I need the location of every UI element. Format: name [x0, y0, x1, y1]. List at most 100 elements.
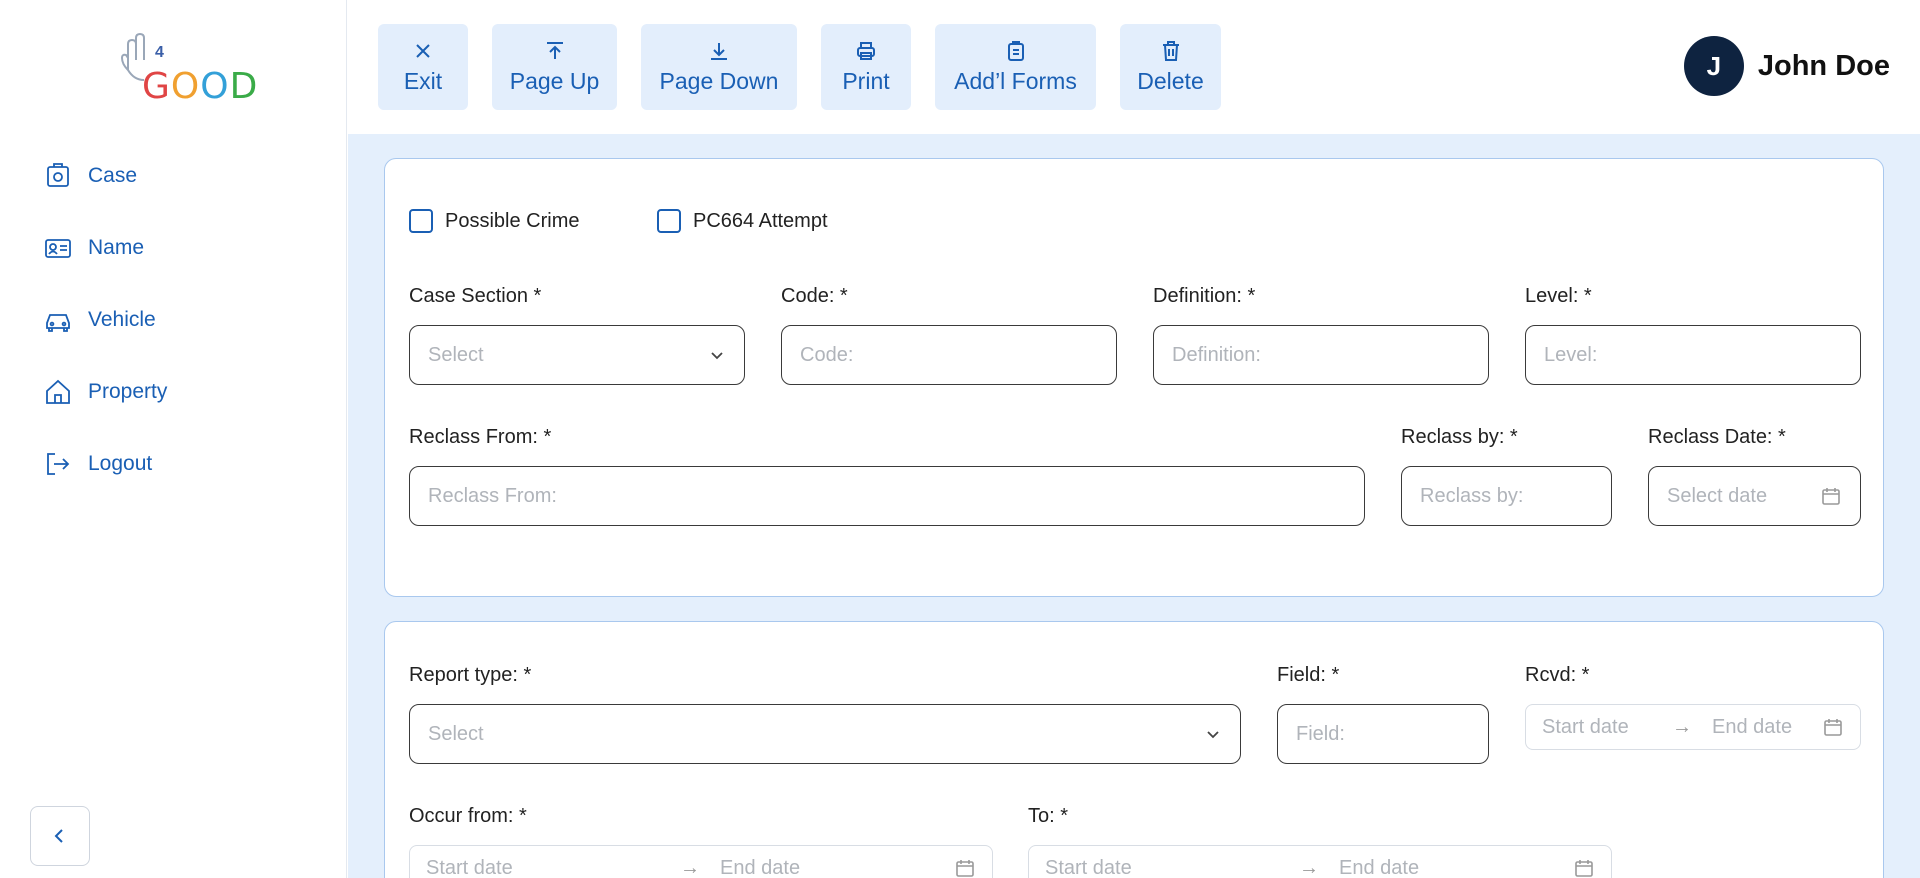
range-arrow: →	[1299, 856, 1319, 878]
report-type-label: Report type: *	[409, 664, 532, 686]
addl-forms-label: Add’l Forms	[954, 67, 1077, 94]
range-arrow: →	[680, 856, 700, 878]
page-up-button[interactable]: Page Up	[492, 24, 617, 110]
exit-label: Exit	[403, 67, 443, 94]
calendar-icon	[1575, 860, 1593, 877]
level-input[interactable]	[1544, 343, 1842, 367]
chevron-left-icon	[54, 829, 63, 843]
close-icon	[416, 43, 430, 58]
select-placeholder: Select	[428, 343, 484, 366]
end-date-placeholder[interactable]: End date	[1339, 857, 1573, 878]
delete-label: Delete	[1137, 67, 1204, 94]
print-label: Print	[842, 67, 890, 94]
calendar-icon	[956, 860, 974, 877]
calendar-icon	[1824, 719, 1842, 736]
trash-icon	[1162, 40, 1179, 61]
arrow-down-to-line-icon	[711, 42, 727, 60]
printer-icon	[857, 41, 875, 60]
end-date-placeholder[interactable]: End date	[1712, 716, 1822, 739]
to-date-range[interactable]: Start date → End date	[1028, 845, 1612, 878]
report-card: Report type: * Select Field: * Rcvd: * S…	[384, 621, 1884, 878]
rcvd-date-range[interactable]: Start date → End date	[1525, 704, 1861, 750]
sidebar-item-vehicle[interactable]: Vehicle	[44, 300, 156, 340]
reclass-card: Possible Crime PC664 Attempt Case Sectio…	[384, 158, 1884, 597]
page-down-label: Page Down	[659, 67, 779, 94]
main-content: Possible Crime PC664 Attempt Case Sectio…	[348, 134, 1920, 878]
calendar-icon	[1822, 488, 1840, 505]
car-icon	[46, 314, 70, 332]
report-type-select[interactable]: Select	[409, 704, 1241, 764]
sidebar-item-logout[interactable]: Logout	[44, 444, 152, 484]
reclass-date-picker[interactable]: Select date	[1648, 466, 1861, 526]
user-menu[interactable]: J John Doe	[1683, 36, 1890, 96]
definition-label: Definition: *	[1153, 285, 1256, 307]
logo-good: GOOD	[142, 66, 259, 107]
sidebar-item-label: Name	[88, 236, 145, 259]
occur-from-date-range[interactable]: Start date → End date	[409, 845, 993, 878]
start-date-placeholder[interactable]: Start date	[426, 857, 660, 878]
definition-field[interactable]	[1153, 325, 1489, 385]
reclass-by-input[interactable]	[1420, 484, 1593, 508]
checkbox-box[interactable]	[657, 209, 681, 233]
reclass-by-label: Reclass by: *	[1401, 426, 1518, 448]
sidebar-item-label: Logout	[88, 452, 153, 475]
house-icon	[46, 379, 70, 404]
id-card-icon	[45, 239, 71, 258]
start-date-placeholder[interactable]: Start date	[1045, 857, 1279, 878]
sidebar-item-name[interactable]: Name	[44, 228, 144, 268]
logout-icon	[47, 453, 70, 475]
print-button[interactable]: Print	[821, 24, 911, 110]
pc664-attempt-checkbox[interactable]: PC664 Attempt	[657, 209, 828, 233]
occur-from-label: Occur from: *	[409, 805, 527, 827]
code-field[interactable]	[781, 325, 1117, 385]
page-down-button[interactable]: Page Down	[641, 24, 797, 110]
delete-button[interactable]: Delete	[1120, 24, 1221, 110]
code-input[interactable]	[800, 343, 1098, 367]
exit-button[interactable]: Exit	[378, 24, 468, 110]
case-section-select[interactable]: Select	[409, 325, 745, 385]
chevron-down-icon	[1207, 731, 1219, 739]
arrow-up-to-line-icon	[546, 41, 563, 59]
sidebar-item-case[interactable]: Case	[44, 156, 137, 196]
user-name: John Doe	[1757, 49, 1890, 82]
level-label: Level: *	[1525, 285, 1592, 307]
chevron-down-icon	[711, 352, 723, 360]
sidebar-item-property[interactable]: Property	[44, 372, 167, 412]
reclass-date-label: Reclass Date: *	[1648, 426, 1786, 448]
field-field[interactable]	[1277, 704, 1489, 764]
toolbar: Exit Page Up Page Down Print Add’l Forms…	[348, 0, 1920, 134]
avatar: J	[1683, 36, 1744, 96]
level-field[interactable]	[1525, 325, 1861, 385]
logo-four: 4	[155, 44, 164, 61]
start-date-placeholder[interactable]: Start date	[1542, 716, 1652, 739]
sidebar-item-label: Vehicle	[88, 308, 156, 331]
addl-forms-button[interactable]: Add’l Forms	[935, 24, 1096, 110]
range-arrow: →	[1672, 715, 1692, 738]
clipboard-icon	[1007, 40, 1024, 61]
checkbox-label: PC664 Attempt	[693, 209, 828, 232]
date-placeholder: Select date	[1667, 484, 1768, 507]
reclass-from-field[interactable]	[409, 466, 1365, 526]
checkbox-box[interactable]	[409, 209, 433, 233]
collapse-sidebar-button[interactable]	[30, 806, 90, 866]
end-date-placeholder[interactable]: End date	[720, 857, 954, 878]
select-placeholder: Select	[428, 722, 484, 745]
case-icon	[47, 163, 69, 187]
app-logo: 4 GOOD	[120, 30, 257, 107]
code-label: Code: *	[781, 285, 848, 307]
reclass-from-input[interactable]	[428, 484, 1346, 508]
reclass-by-field[interactable]	[1401, 466, 1612, 526]
sidebar-item-label: Property	[88, 380, 168, 403]
case-section-label: Case Section *	[409, 285, 542, 307]
possible-crime-checkbox[interactable]: Possible Crime	[409, 209, 579, 233]
reclass-from-label: Reclass From: *	[409, 426, 552, 448]
sidebar-item-label: Case	[88, 164, 138, 187]
field-label: Field: *	[1277, 664, 1340, 686]
field-input[interactable]	[1296, 722, 1470, 746]
definition-input[interactable]	[1172, 343, 1470, 367]
to-label: To: *	[1028, 805, 1069, 827]
sidebar: 4 GOOD Case Name Vehicle Property Logout	[0, 0, 347, 878]
rcvd-label: Rcvd: *	[1525, 664, 1590, 686]
checkbox-label: Possible Crime	[445, 209, 580, 232]
page-up-label: Page Up	[509, 67, 600, 94]
